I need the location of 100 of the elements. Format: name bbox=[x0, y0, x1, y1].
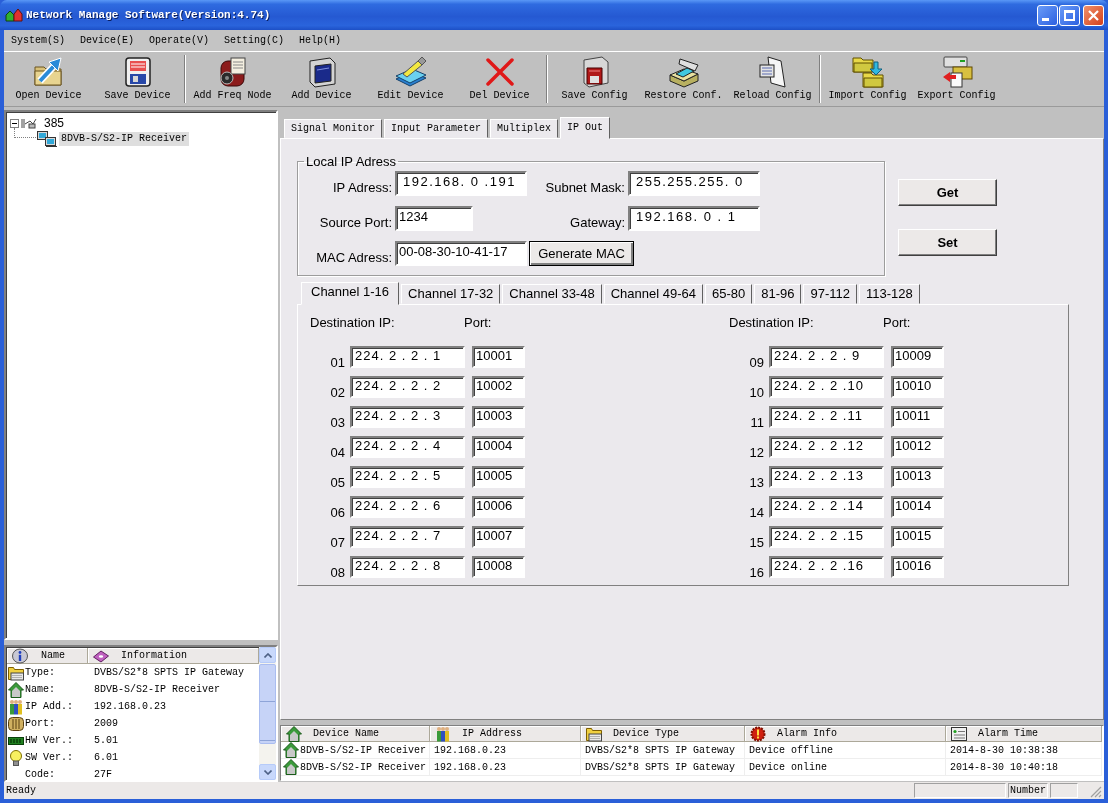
ip-field[interactable]: 192.168. 0 .191 bbox=[395, 171, 527, 196]
column-header[interactable]: Device Name bbox=[281, 726, 430, 742]
port-field[interactable]: 10006 bbox=[472, 496, 525, 518]
column-header[interactable]: Name bbox=[7, 648, 88, 664]
port-field[interactable]: 10004 bbox=[472, 436, 525, 458]
ip-field[interactable]: 224. 2 . 2 .15 bbox=[769, 526, 884, 548]
menu-item[interactable]: Help(H) bbox=[292, 33, 350, 48]
ip-field[interactable]: 224. 2 . 2 . 7 bbox=[350, 526, 465, 548]
ip-field[interactable]: 224. 2 . 2 . 2 bbox=[350, 376, 465, 398]
toolbar-button[interactable]: Import Config bbox=[823, 52, 912, 106]
scroll-up-button[interactable] bbox=[259, 647, 276, 663]
column-header[interactable]: Information bbox=[88, 648, 259, 664]
ip-field[interactable]: 192.168. 0 . 1 bbox=[628, 206, 760, 231]
column-header[interactable]: Alarm Time bbox=[946, 726, 1102, 742]
mac-field[interactable]: 00-08-30-10-41-17 bbox=[395, 241, 527, 266]
close-button[interactable] bbox=[1083, 4, 1104, 26]
tab[interactable]: 113-128 bbox=[858, 284, 920, 304]
ip-field[interactable]: 224. 2 . 2 .14 bbox=[769, 496, 884, 518]
tab[interactable]: 97-112 bbox=[803, 284, 857, 304]
ip-field[interactable]: 224. 2 . 2 . 5 bbox=[350, 466, 465, 488]
ip-field[interactable]: 224. 2 . 2 . 4 bbox=[350, 436, 465, 458]
table-cell: 192.168.0.23 bbox=[430, 742, 581, 759]
column-header[interactable]: Device Type bbox=[581, 726, 745, 742]
tab[interactable]: Channel 33-48 bbox=[502, 284, 602, 304]
ip-field[interactable]: 224. 2 . 2 .12 bbox=[769, 436, 884, 458]
scroll-thumb[interactable] bbox=[259, 664, 276, 744]
port-field[interactable]: 10015 bbox=[891, 526, 944, 548]
toolbar-button[interactable]: Add Device bbox=[277, 52, 366, 106]
column-header[interactable]: Alarm Info bbox=[745, 726, 946, 742]
toolbar-button[interactable]: Save Device bbox=[93, 52, 182, 106]
tab[interactable]: Signal Monitor bbox=[284, 119, 382, 138]
toolbar-button[interactable]: Reload Config bbox=[728, 52, 817, 106]
field-label: Source Port: bbox=[318, 215, 392, 231]
menu-item[interactable]: Device(E) bbox=[73, 33, 143, 48]
chevron-down-icon bbox=[263, 769, 272, 775]
toolbar-button[interactable]: Save Config bbox=[550, 52, 639, 106]
toolbar-button[interactable]: Edit Device bbox=[366, 52, 455, 106]
port-field[interactable]: 10014 bbox=[891, 496, 944, 518]
status-text: Ready bbox=[5, 785, 36, 796]
channel-number: 02 bbox=[329, 386, 345, 400]
maximize-button[interactable] bbox=[1059, 4, 1080, 26]
port-field[interactable]: 1234 bbox=[395, 206, 473, 231]
ip-field[interactable]: 224. 2 . 2 . 3 bbox=[350, 406, 465, 428]
ip-field[interactable]: 224. 2 . 2 .11 bbox=[769, 406, 884, 428]
tab[interactable]: Channel 17-32 bbox=[401, 284, 501, 304]
info-label: Code: bbox=[25, 769, 56, 780]
toolbar-button[interactable]: Export Config bbox=[912, 52, 1001, 106]
info-label: Name: bbox=[25, 684, 56, 695]
tree-item[interactable]: 385 bbox=[42, 116, 67, 130]
port-field[interactable]: 10012 bbox=[891, 436, 944, 458]
chevron-up-icon bbox=[263, 652, 272, 658]
menu-item[interactable]: Setting(C) bbox=[217, 33, 293, 48]
port-field[interactable]: 10010 bbox=[891, 376, 944, 398]
info-value: 6.01 bbox=[94, 752, 118, 763]
scrollbar[interactable] bbox=[259, 647, 276, 780]
port-field[interactable]: 10013 bbox=[891, 466, 944, 488]
ip-field[interactable]: 255.255.255. 0 bbox=[628, 171, 760, 196]
ip-field[interactable]: 224. 2 . 2 .10 bbox=[769, 376, 884, 398]
port-field[interactable]: 10001 bbox=[472, 346, 525, 368]
port-field[interactable]: 10016 bbox=[891, 556, 944, 578]
tree-item[interactable]: 8DVB-S/S2-IP Receiver bbox=[59, 132, 190, 146]
ip-field[interactable]: 224. 2 . 2 . 6 bbox=[350, 496, 465, 518]
table-cell: DVBS/S2*8 SPTS IP Gateway bbox=[581, 759, 745, 776]
menu-item[interactable]: System(S) bbox=[4, 33, 73, 48]
tab[interactable]: IP Out bbox=[560, 117, 611, 139]
toolbar-button[interactable]: Del Device bbox=[455, 52, 544, 106]
toolbar-button[interactable]: Restore Conf. bbox=[639, 52, 728, 106]
ip-field[interactable]: 224. 2 . 2 . 1 bbox=[350, 346, 465, 368]
ip-field[interactable]: 224. 2 . 2 . 8 bbox=[350, 556, 465, 578]
port-field[interactable]: 10002 bbox=[472, 376, 525, 398]
tab[interactable]: 65-80 bbox=[704, 284, 753, 304]
info-value: 192.168.0.23 bbox=[94, 701, 166, 712]
ip-field[interactable]: 224. 2 . 2 . 9 bbox=[769, 346, 884, 368]
action-button[interactable]: Get bbox=[898, 179, 997, 206]
port-field[interactable]: 10008 bbox=[472, 556, 525, 578]
ip-field[interactable]: 224. 2 . 2 .13 bbox=[769, 466, 884, 488]
collapse-icon[interactable] bbox=[10, 118, 19, 128]
house-icon bbox=[286, 725, 302, 742]
channel-number: 01 bbox=[329, 356, 345, 370]
toolbar-button[interactable]: Add Freq Node bbox=[188, 52, 277, 106]
port-field[interactable]: 10005 bbox=[472, 466, 525, 488]
field-label: IP Adress: bbox=[332, 180, 392, 196]
channel-number: 06 bbox=[329, 506, 345, 520]
column-header[interactable]: IP Address bbox=[430, 726, 581, 742]
tab[interactable]: Input Parameter bbox=[384, 119, 489, 138]
port-field[interactable]: 10011 bbox=[891, 406, 944, 428]
generate-mac-button[interactable]: Generate MAC bbox=[529, 241, 634, 266]
action-button[interactable]: Set bbox=[898, 229, 997, 256]
tab[interactable]: Channel 49-64 bbox=[603, 284, 703, 304]
scroll-down-button[interactable] bbox=[259, 764, 276, 780]
toolbar-button[interactable]: Open Device bbox=[4, 52, 93, 106]
tab[interactable]: Channel 1-16 bbox=[301, 282, 400, 305]
port-field[interactable]: 10003 bbox=[472, 406, 525, 428]
port-field[interactable]: 10007 bbox=[472, 526, 525, 548]
tab[interactable]: Multiplex bbox=[490, 119, 559, 138]
menu-item[interactable]: Operate(V) bbox=[142, 33, 218, 48]
minimize-button[interactable] bbox=[1037, 4, 1058, 26]
port-field[interactable]: 10009 bbox=[891, 346, 944, 368]
ip-field[interactable]: 224. 2 . 2 .16 bbox=[769, 556, 884, 578]
tab[interactable]: 81-96 bbox=[754, 284, 802, 304]
